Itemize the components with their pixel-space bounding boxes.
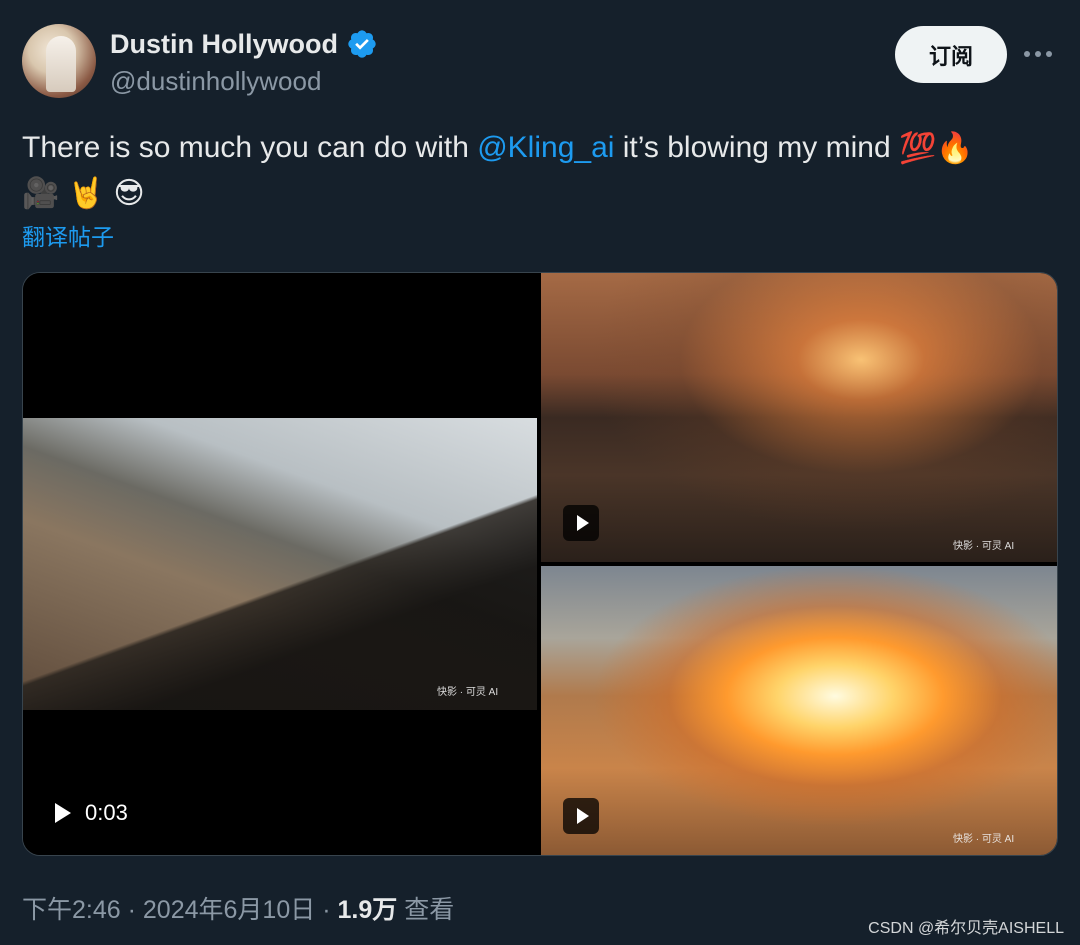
- media-thumbnail[interactable]: 快影 · 可灵 AI: [541, 566, 1057, 855]
- desert-sunset-frame: [541, 273, 1057, 562]
- video-player[interactable]: 快影 · 可灵 AI 0:03: [23, 273, 537, 855]
- csdn-watermark: CSDN @希尔贝壳AISHELL: [868, 920, 1064, 937]
- media-thumbnail[interactable]: 快影 · 可灵 AI: [541, 273, 1057, 562]
- meta-separator: ·: [322, 896, 331, 924]
- watermark-kling: 可灵 AI: [465, 687, 499, 698]
- tweet-text-part: it’s blowing my mind: [614, 131, 899, 164]
- watermark-kuaiying: 快影: [437, 687, 457, 698]
- watermark-kuaiying: 快影: [953, 834, 973, 845]
- fire-emoji-icon: 🔥: [936, 132, 974, 166]
- video-controls[interactable]: 0:03: [55, 800, 128, 826]
- views-count: 1.9万: [337, 896, 398, 924]
- mention-link[interactable]: @Kling_ai: [477, 131, 614, 164]
- display-name[interactable]: Dustin Hollywood: [110, 29, 338, 60]
- watermark-kuaiying: 快影: [953, 541, 973, 552]
- user-handle[interactable]: @dustinhollywood: [110, 66, 321, 97]
- video-frame: [23, 418, 537, 710]
- media-grid: 快影 · 可灵 AI 0:03 快影 · 可灵 AI 快影 · 可灵 AI: [22, 272, 1058, 856]
- views-label: 查看: [404, 896, 455, 924]
- watermark-kling: 可灵 AI: [981, 541, 1015, 552]
- play-icon[interactable]: [563, 798, 599, 834]
- rock-hand-emoji-icon: 🤘: [67, 177, 106, 211]
- tweet-meta: 下午2:46 · 2024年6月10日 · 1.9万 查看: [22, 890, 454, 926]
- tweet-text: There is so much you can do with @Kling_…: [22, 126, 1042, 216]
- play-icon[interactable]: [55, 803, 71, 823]
- tweet-text-part: There is so much you can do with: [22, 131, 478, 164]
- tweet-time[interactable]: 下午2:46: [22, 896, 121, 924]
- more-options-icon[interactable]: [1024, 46, 1054, 62]
- sunglasses-emoji-icon: 😎: [113, 177, 145, 211]
- tweet-date[interactable]: 2024年6月10日: [143, 896, 315, 924]
- explosion-frame: [541, 566, 1057, 855]
- hundred-points-emoji-icon: 💯: [898, 132, 937, 166]
- translate-post-link[interactable]: 翻译帖子: [22, 218, 114, 252]
- play-icon[interactable]: [563, 505, 599, 541]
- meta-separator: ·: [127, 896, 136, 924]
- watermark-kling: 可灵 AI: [981, 834, 1015, 845]
- movie-camera-emoji-icon: 🎥: [22, 177, 60, 211]
- verified-badge-icon: [348, 30, 376, 58]
- avatar[interactable]: [22, 24, 96, 98]
- subscribe-button[interactable]: 订阅: [895, 26, 1007, 83]
- video-duration: 0:03: [85, 800, 128, 825]
